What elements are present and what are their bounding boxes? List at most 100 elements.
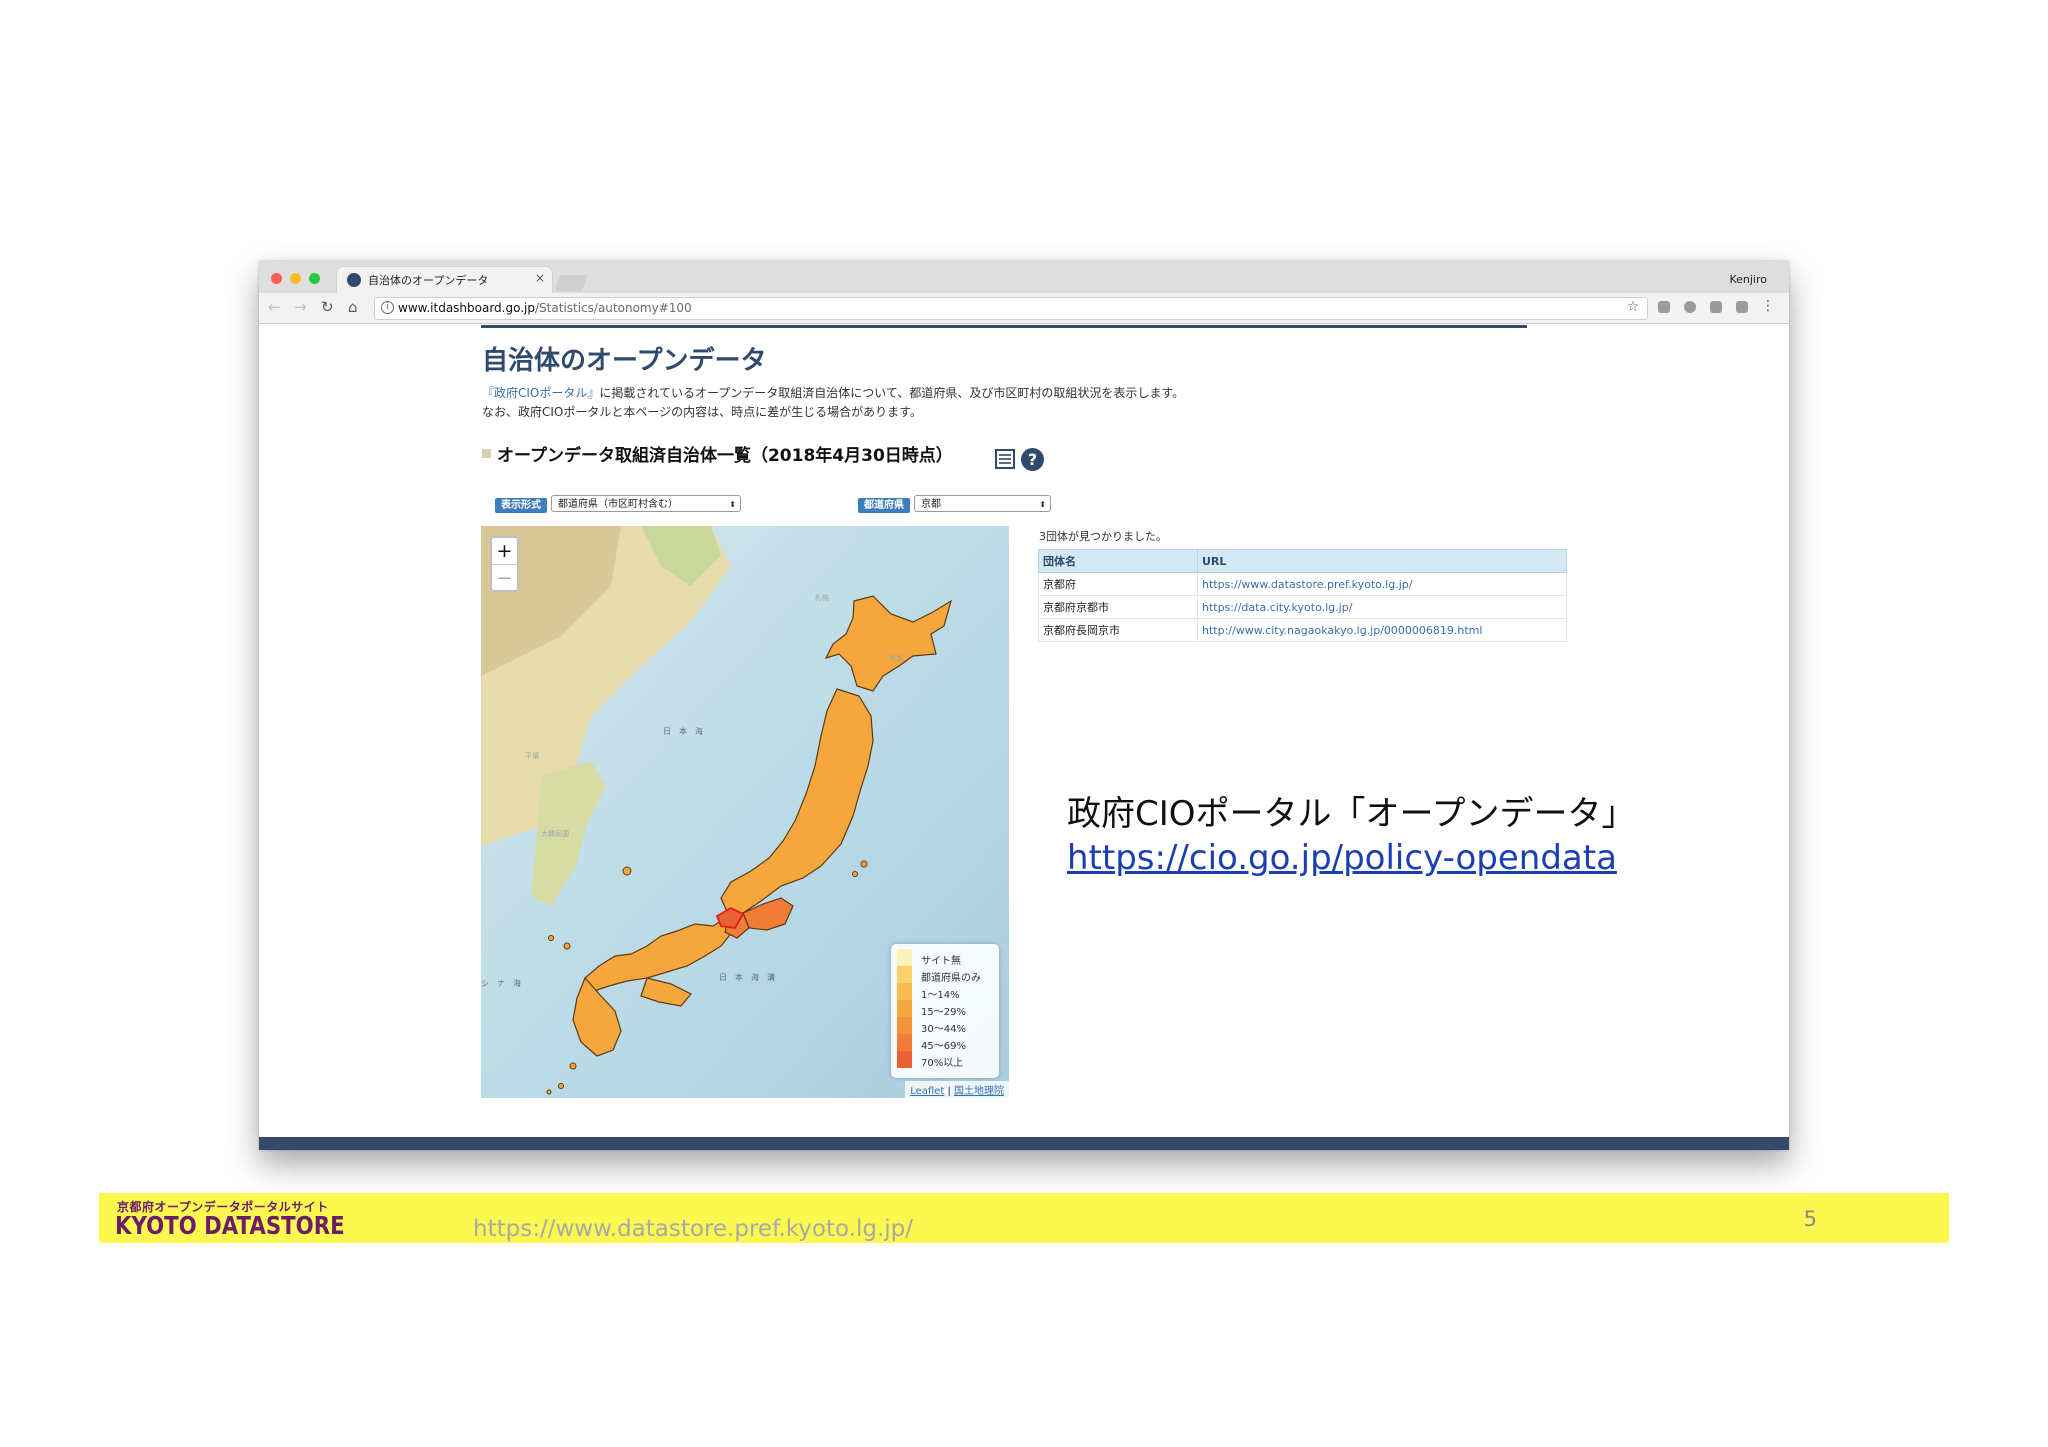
- brand-logo: KYOTO DATASTORE: [115, 1211, 345, 1240]
- legend-item: 45〜69%: [897, 1034, 995, 1052]
- prefecture-label: 都道府県: [858, 498, 910, 513]
- legend-swatch: [897, 966, 912, 983]
- browser-toolbar: ← → ↻ ⌂ i www.itdashboard.go.jp/Statisti…: [259, 293, 1789, 324]
- intro-line-1: に掲載されているオープンデータ取組済自治体について、都道府県、及び市区町村の取組…: [599, 386, 1185, 400]
- intro-line-2: なお、政府CIOポータルと本ページの内容は、時点に差が生じる場合があります。: [482, 405, 922, 419]
- page-viewport: 自治体のオープンデータ 『政府CIOポータル』に掲載されているオープンデータ取組…: [259, 324, 1789, 1137]
- slide-caption: 政府CIOポータル「オープンデータ」 https://cio.go.jp/pol…: [1067, 792, 1636, 880]
- home-button[interactable]: ⌂: [348, 299, 358, 315]
- slide-footer: 京都府オープンデータポータルサイト KYOTO DATASTORE https:…: [99, 1193, 1949, 1243]
- legend-swatch: [897, 983, 912, 1000]
- attribution-separator: |: [944, 1086, 954, 1097]
- zoom-out-button[interactable]: −: [492, 564, 517, 591]
- caption-link[interactable]: https://cio.go.jp/policy-opendata: [1067, 836, 1636, 880]
- table-header-row: 団体名 URL: [1038, 549, 1567, 573]
- new-tab-button[interactable]: [554, 275, 588, 291]
- table-row: 京都府 https://www.datastore.pref.kyoto.lg.…: [1038, 572, 1567, 596]
- display-format-label: 表示形式: [495, 498, 547, 513]
- map-legend: サイト無 都道府県のみ 1〜14% 15〜29% 30〜44% 45〜69% 7…: [891, 944, 999, 1078]
- back-button[interactable]: ←: [268, 299, 281, 315]
- legend-swatch: [897, 1034, 912, 1051]
- legend-label: 70%以上: [921, 1058, 964, 1069]
- svg-text:日 本 海: 日 本 海: [663, 726, 703, 736]
- japan-map[interactable]: 日 本 海 日 本 海 溝 シ ナ 海 平壌 大韓民国 札幌 根室 + − サイ…: [481, 526, 1009, 1098]
- address-bar[interactable]: i www.itdashboard.go.jp/Statistics/auton…: [374, 297, 1648, 320]
- section-title: オープンデータ取組済自治体一覧（2018年4月30日時点）: [497, 446, 953, 466]
- zoom-in-button[interactable]: +: [492, 538, 517, 564]
- extension-evernote-icon[interactable]: [1710, 301, 1722, 313]
- tab-bar: 自治体のオープンデータ × Kenjiro: [259, 261, 1789, 293]
- tab-close-icon[interactable]: ×: [535, 271, 545, 285]
- footer-bar: [259, 1137, 1789, 1150]
- caption-text: 政府CIOポータル「オープンデータ」: [1067, 794, 1636, 834]
- legend-swatch: [897, 1000, 912, 1017]
- display-format-select[interactable]: 都道府県（市区町村含む） ⬍: [551, 495, 741, 512]
- url-path: /Statistics/autonomy#100: [535, 301, 692, 315]
- legend-label: 15〜29%: [921, 1007, 966, 1018]
- site-favicon-icon: [347, 273, 361, 287]
- maximize-window-button[interactable]: [309, 273, 320, 284]
- extension-pocket-icon[interactable]: [1658, 301, 1670, 313]
- cell-url-link[interactable]: https://data.city.kyoto.lg.jp/: [1197, 595, 1567, 619]
- profile-name[interactable]: Kenjiro: [1729, 273, 1767, 286]
- gsi-link[interactable]: 国土地理院: [954, 1086, 1004, 1097]
- cell-name: 京都府京都市: [1038, 595, 1198, 619]
- cell-url-link[interactable]: https://www.datastore.pref.kyoto.lg.jp/: [1197, 572, 1567, 596]
- svg-text:大韓民国: 大韓民国: [541, 829, 569, 838]
- cell-url-link[interactable]: http://www.city.nagaokakyo.lg.jp/0000006…: [1197, 618, 1567, 642]
- legend-label: 30〜44%: [921, 1024, 966, 1035]
- legend-item: 30〜44%: [897, 1017, 995, 1035]
- extension-skype-icon[interactable]: [1684, 301, 1696, 313]
- table-row: 京都府長岡京市 http://www.city.nagaokakyo.lg.jp…: [1038, 618, 1567, 642]
- close-window-button[interactable]: [271, 273, 282, 284]
- legend-item: 70%以上: [897, 1051, 995, 1069]
- column-header-name: 団体名: [1038, 549, 1198, 573]
- legend-swatch: [897, 1017, 912, 1034]
- minimize-window-button[interactable]: [290, 273, 301, 284]
- page-title: 自治体のオープンデータ: [482, 346, 767, 376]
- prefecture-select[interactable]: 京都 ⬍: [914, 495, 1051, 512]
- page-number: 5: [1803, 1207, 1817, 1231]
- section-bullet-icon: [482, 449, 491, 458]
- bookmark-star-icon[interactable]: ☆: [1626, 299, 1639, 315]
- svg-text:日 本 海 溝: 日 本 海 溝: [719, 972, 775, 982]
- list-view-icon[interactable]: [995, 449, 1015, 469]
- legend-item: 都道府県のみ: [897, 966, 995, 984]
- cell-name: 京都府長岡京市: [1038, 618, 1198, 642]
- select-caret-icon: ⬍: [1039, 500, 1046, 509]
- cio-portal-link[interactable]: 『政府CIOポータル』: [482, 386, 599, 400]
- legend-label: 都道府県のみ: [921, 973, 981, 984]
- legend-item: サイト無: [897, 949, 995, 967]
- browser-menu-icon[interactable]: ⋮: [1761, 298, 1775, 314]
- svg-text:札幌: 札幌: [815, 593, 829, 602]
- browser-window: 自治体のオープンデータ × Kenjiro ← → ↻ ⌂ i www.itda…: [259, 261, 1789, 1150]
- help-icon[interactable]: ?: [1021, 448, 1044, 471]
- section-header: オープンデータ取組済自治体一覧（2018年4月30日時点）: [482, 441, 953, 466]
- legend-label: 45〜69%: [921, 1041, 966, 1052]
- svg-text:平壌: 平壌: [525, 751, 539, 760]
- prefecture-value: 京都: [921, 499, 941, 510]
- extension-camera-icon[interactable]: [1736, 301, 1748, 313]
- tab-title: 自治体のオープンデータ: [368, 274, 489, 287]
- url-text: www.itdashboard.go.jp/Statistics/autonom…: [398, 301, 692, 315]
- header-rule: [481, 325, 1527, 328]
- table-row: 京都府京都市 https://data.city.kyoto.lg.jp/: [1038, 595, 1567, 619]
- forward-button[interactable]: →: [294, 299, 307, 315]
- leaflet-link[interactable]: Leaflet: [910, 1086, 944, 1097]
- legend-item: 1〜14%: [897, 983, 995, 1001]
- tab-active[interactable]: 自治体のオープンデータ ×: [337, 267, 552, 293]
- legend-swatch: [897, 949, 912, 966]
- results-table: 団体名 URL 京都府 https://www.datastore.pref.k…: [1038, 549, 1567, 642]
- intro-text: 『政府CIOポータル』に掲載されているオープンデータ取組済自治体について、都道府…: [482, 384, 1184, 422]
- display-format-value: 都道府県（市区町村含む）: [558, 499, 678, 510]
- footer-url: https://www.datastore.pref.kyoto.lg.jp/: [473, 1216, 914, 1242]
- legend-label: サイト無: [921, 956, 961, 967]
- column-header-url: URL: [1197, 549, 1567, 573]
- reload-button[interactable]: ↻: [321, 299, 334, 315]
- legend-swatch: [897, 1051, 912, 1068]
- svg-text:シ ナ 海: シ ナ 海: [481, 978, 521, 988]
- url-host: www.itdashboard.go.jp: [398, 301, 536, 315]
- map-attribution: Leaflet | 国土地理院: [905, 1081, 1009, 1098]
- info-icon[interactable]: i: [381, 301, 394, 314]
- select-caret-icon: ⬍: [729, 500, 736, 509]
